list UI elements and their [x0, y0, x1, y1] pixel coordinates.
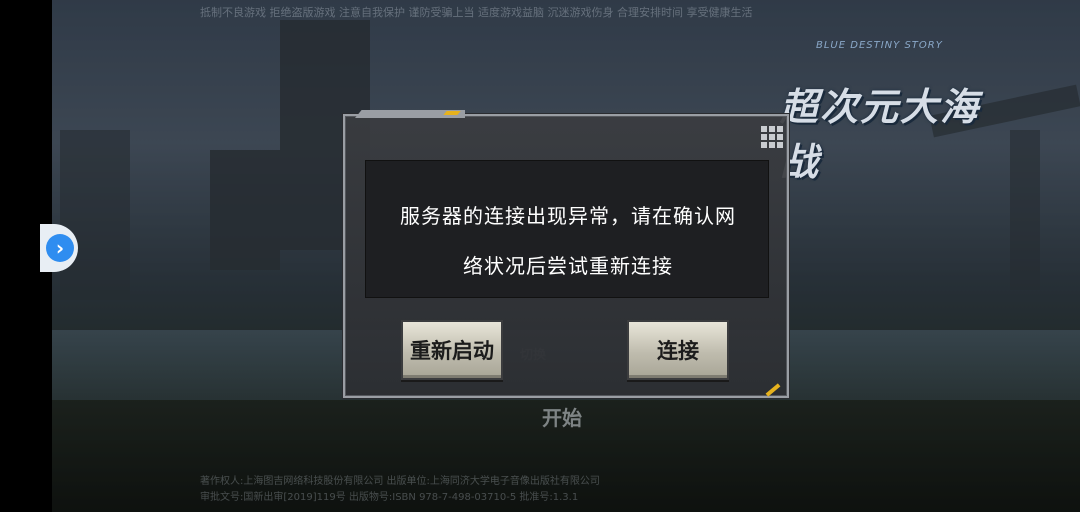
copyright-line-2: 审批文号:国新出审[2019]119号 出版物号:ISBN 978-7-498-…	[200, 492, 579, 503]
chevron-right-icon: ›	[46, 234, 74, 262]
accent-stripe-bottom	[765, 383, 781, 397]
copyright-line-1: 著作权人:上海图吉网络科技股份有限公司 出版单位:上海同济大学电子音像出版社有限…	[200, 476, 600, 487]
connect-button[interactable]: 连接	[627, 320, 729, 380]
copyright-info: 著作权人:上海图吉网络科技股份有限公司 出版单位:上海同济大学电子音像出版社有限…	[200, 474, 960, 508]
error-message: 服务器的连接出现异常，请在确认网 络状况后尝试重新连接	[366, 191, 770, 291]
logo-title: 超次元大海战	[780, 85, 981, 184]
background-start-label: 开始	[542, 406, 582, 430]
logo-subtitle: BLUE DESTINY STORY	[816, 40, 943, 51]
game-logo: BLUE DESTINY STORY 超次元大海战	[772, 40, 1002, 184]
grid-icon	[761, 126, 783, 148]
error-message-box: 服务器的连接出现异常，请在确认网 络状况后尝试重新连接	[365, 160, 769, 298]
error-message-line-1: 服务器的连接出现异常，请在确认网	[400, 204, 736, 228]
game-screen: 抵制不良游戏 拒绝盗版游戏 注意自我保护 谨防受骗上当 适度游戏益脑 沉迷游戏伤…	[0, 0, 1080, 512]
connection-error-dialog: 服务器的连接出现异常，请在确认网 络状况后尝试重新连接 重新启动 连接	[343, 110, 789, 398]
error-message-line-2: 络状况后尝试重新连接	[463, 254, 673, 278]
restart-button[interactable]: 重新启动	[401, 320, 503, 380]
health-game-notice: 抵制不良游戏 拒绝盗版游戏 注意自我保护 谨防受骗上当 适度游戏益脑 沉迷游戏伤…	[200, 6, 753, 19]
